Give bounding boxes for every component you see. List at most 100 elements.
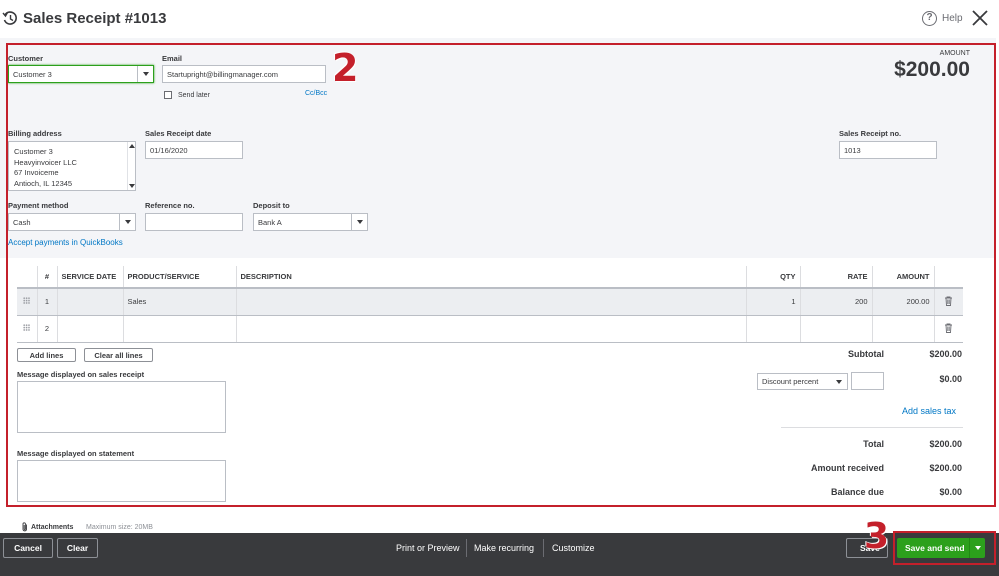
clear-button[interactable]: Clear <box>57 538 98 558</box>
statement-message-label: Message displayed on statement <box>17 449 135 458</box>
customize-link[interactable]: Customize <box>552 543 595 553</box>
footer-separator <box>543 539 544 557</box>
chevron-down-icon[interactable] <box>351 214 367 230</box>
receipt-no-label: Sales Receipt no. <box>839 129 902 138</box>
amount-cell[interactable]: 200.00 <box>872 288 935 316</box>
drag-handle-icon[interactable] <box>23 297 31 305</box>
subtotal-value: $200.00 <box>929 349 962 359</box>
service-date-cell[interactable] <box>57 315 124 343</box>
help-icon[interactable]: ? <box>922 11 937 26</box>
annotation-number-3: 3 <box>864 516 890 557</box>
deposit-to-label: Deposit to <box>253 201 290 210</box>
billing-address-line: 67 Invoiceme <box>14 168 59 177</box>
rate-cell[interactable]: 200 <box>800 288 873 316</box>
attachments-label[interactable]: Attachments <box>31 524 73 531</box>
subtotal-label: Subtotal <box>848 349 884 359</box>
customer-value: Customer 3 <box>13 69 52 79</box>
trash-icon[interactable] <box>944 296 953 306</box>
product-cell[interactable] <box>123 315 237 343</box>
add-sales-tax-link[interactable]: Add sales tax <box>860 406 956 416</box>
receipt-date-label: Sales Receipt date <box>145 129 212 138</box>
totals-divider <box>781 427 963 428</box>
chevron-down-icon[interactable] <box>119 214 135 230</box>
print-preview-link[interactable]: Print or Preview <box>396 543 460 553</box>
drag-handle[interactable] <box>17 288 38 316</box>
receipt-message-label: Message displayed on sales receipt <box>17 370 145 379</box>
billing-address-label: Billing address <box>8 129 62 138</box>
footer-separator <box>466 539 467 557</box>
accept-payments-link[interactable]: Accept payments in QuickBooks <box>8 238 123 247</box>
deposit-to-dropdown[interactable]: Bank A <box>253 213 368 231</box>
qty-cell[interactable]: 1 <box>746 288 801 316</box>
table-row[interactable]: 1 Sales 1 200 200.00 <box>17 288 963 316</box>
trash-icon[interactable] <box>944 323 953 333</box>
chevron-down-icon[interactable] <box>969 538 985 558</box>
table-row[interactable]: 2 <box>17 315 963 343</box>
delete-column-header <box>934 266 963 289</box>
delete-row[interactable] <box>934 315 963 343</box>
discount-type-dropdown[interactable]: Discount percent <box>757 373 848 390</box>
qty-column-header: QTY <box>746 266 801 289</box>
recent-transactions-icon[interactable] <box>2 10 18 26</box>
discount-input[interactable] <box>851 372 884 390</box>
table-header-row: # SERVICE DATE PRODUCT/SERVICE DESCRIPTI… <box>17 266 963 289</box>
receipt-no-field[interactable]: 1013 <box>839 141 937 159</box>
description-column-header: DESCRIPTION <box>236 266 747 289</box>
discount-type-value: Discount percent <box>762 377 819 386</box>
drag-handle-icon[interactable] <box>23 324 31 331</box>
customer-dropdown[interactable]: Customer 3 <box>8 65 154 83</box>
amount-cell[interactable] <box>872 315 935 343</box>
total-value: $200.00 <box>929 439 962 449</box>
paperclip-icon[interactable] <box>21 522 29 532</box>
add-lines-button[interactable]: Add lines <box>17 348 76 362</box>
amount-label: AMOUNT <box>939 50 970 57</box>
reference-no-label: Reference no. <box>145 201 195 210</box>
description-cell[interactable] <box>236 288 747 316</box>
payment-method-value: Cash <box>13 217 31 227</box>
billing-address-field[interactable]: Customer 3 Heavyinvoicer LLC 67 Invoicem… <box>8 141 136 191</box>
cancel-button[interactable]: Cancel <box>3 538 53 558</box>
send-later-checkbox[interactable] <box>164 91 172 99</box>
line-items-table: # SERVICE DATE PRODUCT/SERVICE DESCRIPTI… <box>17 266 963 343</box>
page-title: Sales Receipt #1013 <box>23 10 167 27</box>
product-cell[interactable]: Sales <box>123 288 237 316</box>
rate-cell[interactable] <box>800 315 873 343</box>
save-and-send-button[interactable]: Save and send <box>897 538 985 558</box>
description-cell[interactable] <box>236 315 747 343</box>
delete-row[interactable] <box>934 288 963 316</box>
annotation-number-2: 2 <box>332 46 359 90</box>
statement-message-textarea[interactable] <box>17 460 226 502</box>
payment-method-dropdown[interactable]: Cash <box>8 213 136 231</box>
service-date-cell[interactable] <box>57 288 124 316</box>
chevron-down-icon[interactable] <box>137 66 153 82</box>
send-later-label: Send later <box>178 92 210 99</box>
customer-label: Customer <box>8 54 44 63</box>
email-label: Email <box>162 54 183 63</box>
product-column-header: PRODUCT/SERVICE <box>123 266 237 289</box>
chevron-down-icon[interactable] <box>831 374 847 389</box>
billing-address-line: Heavyinvoicer LLC <box>14 157 77 167</box>
row-number: 2 <box>37 315 58 343</box>
balance-due-label: Balance due <box>830 487 884 497</box>
service-date-column-header: SERVICE DATE <box>57 266 124 289</box>
reference-no-field[interactable] <box>145 213 243 231</box>
billing-address-line: Antioch, IL 12345 <box>14 178 73 188</box>
deposit-to-value: Bank A <box>258 217 282 227</box>
qty-cell[interactable] <box>746 315 801 343</box>
billing-scrollbar[interactable] <box>127 142 135 190</box>
drag-handle[interactable] <box>17 315 38 343</box>
cc-bcc-link[interactable]: Cc/Bcc <box>305 90 327 97</box>
close-icon[interactable] <box>970 8 990 28</box>
balance-due-value: $0.00 <box>939 487 962 497</box>
receipt-date-field[interactable]: 01/16/2020 <box>145 141 243 159</box>
discount-value: $0.00 <box>939 374 962 384</box>
make-recurring-link[interactable]: Make recurring <box>474 543 534 553</box>
help-link[interactable]: Help <box>942 13 963 24</box>
email-field[interactable]: Startupright@billingmanager.com <box>162 65 326 83</box>
attachments-max-size: Maximum size: 20MB <box>86 524 153 531</box>
clear-all-lines-button[interactable]: Clear all lines <box>84 348 153 362</box>
receipt-message-textarea[interactable] <box>17 381 226 433</box>
amount-received-label: Amount received <box>810 463 884 473</box>
drag-column-header <box>17 266 38 289</box>
save-and-send-label[interactable]: Save and send <box>897 543 969 553</box>
